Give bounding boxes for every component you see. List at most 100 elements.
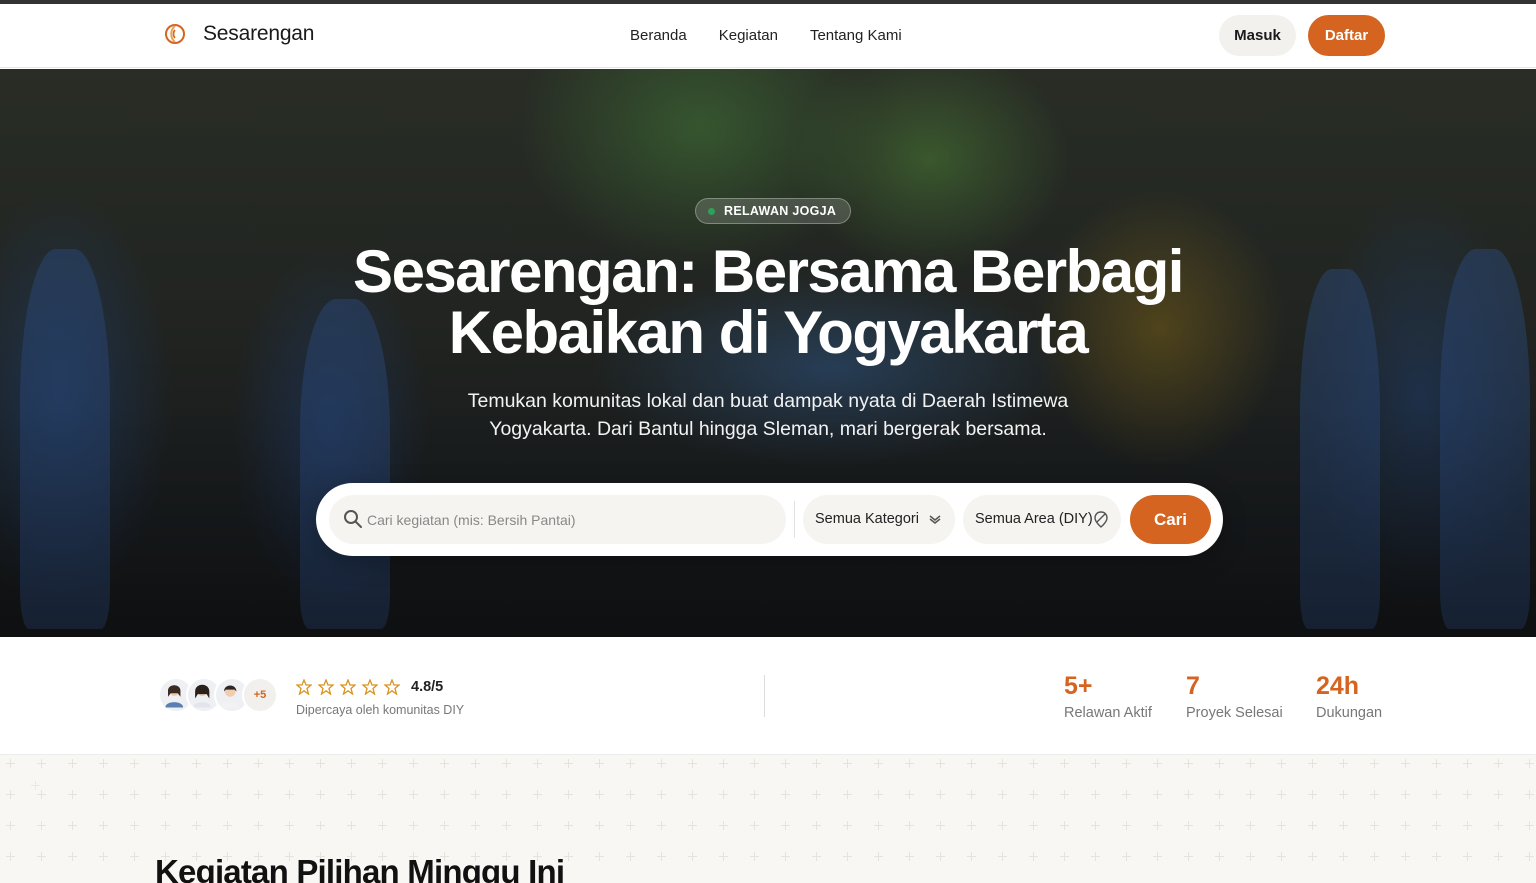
trust-text: Dipercaya oleh komunitas DIY <box>296 703 465 717</box>
plus-pattern-mark <box>471 821 480 830</box>
plus-pattern-mark <box>316 790 325 799</box>
plus-pattern-mark <box>843 759 852 768</box>
plus-pattern-mark <box>1370 852 1379 861</box>
area-select[interactable]: Semua Area (DIY) <box>963 495 1121 544</box>
brand[interactable]: Sesarengan <box>163 22 314 46</box>
search-button[interactable]: Cari <box>1130 495 1211 544</box>
plus-pattern-mark <box>874 821 883 830</box>
plus-pattern-mark <box>1246 821 1255 830</box>
plus-pattern-mark <box>1215 790 1224 799</box>
stat-label: Dukungan <box>1316 705 1383 721</box>
stat-relawan-aktif: 5+ Relawan Aktif <box>1064 671 1152 721</box>
plus-pattern-mark <box>626 821 635 830</box>
plus-pattern-mark <box>1091 759 1100 768</box>
plus-pattern-mark <box>688 759 697 768</box>
plus-pattern-mark <box>626 852 635 861</box>
plus-pattern-mark <box>1370 759 1379 768</box>
nav-link-tentang-kami[interactable]: Tentang Kami <box>810 27 902 44</box>
plus-pattern-mark <box>1122 821 1131 830</box>
plus-pattern-mark <box>68 852 77 861</box>
plus-pattern-mark <box>254 759 263 768</box>
plus-pattern-mark <box>781 821 790 830</box>
plus-pattern-mark <box>936 759 945 768</box>
star-icon <box>384 679 400 695</box>
plus-pattern-mark <box>223 821 232 830</box>
plus-pattern-mark <box>1029 821 1038 830</box>
map-pin-icon <box>1094 511 1108 528</box>
plus-pattern-mark <box>161 759 170 768</box>
plus-pattern-mark <box>99 852 108 861</box>
plus-pattern-mark <box>1401 759 1410 768</box>
plus-pattern-mark <box>1339 852 1348 861</box>
brand-name: Sesarengan <box>203 22 315 45</box>
plus-pattern-mark <box>998 852 1007 861</box>
stat-value: 24h <box>1316 672 1360 700</box>
star-icon <box>362 679 378 695</box>
nav-link-beranda[interactable]: Beranda <box>630 27 687 44</box>
hero-subtitle-line: Temukan komunitas lokal dan buat dampak … <box>467 390 1069 412</box>
plus-pattern-mark <box>1029 790 1038 799</box>
plus-pattern-mark <box>1184 759 1193 768</box>
plus-pattern-mark <box>688 790 697 799</box>
plus-pattern-mark <box>130 790 139 799</box>
search-field[interactable] <box>329 495 786 544</box>
plus-pattern-mark <box>719 790 728 799</box>
plus-pattern-mark <box>967 821 976 830</box>
plus-pattern-mark <box>99 821 108 830</box>
plus-pattern-mark <box>6 759 15 768</box>
plus-pattern-mark <box>1308 821 1317 830</box>
plus-pattern-mark <box>657 852 666 861</box>
hero-title: Sesarengan: Bersama Berbagi Kebaikan di … <box>0 241 1536 363</box>
plus-pattern-mark <box>905 759 914 768</box>
plus-pattern-mark <box>1525 852 1534 861</box>
login-button[interactable]: Masuk <box>1219 15 1296 56</box>
plus-pattern-mark <box>99 790 108 799</box>
plus-pattern-mark <box>1401 821 1410 830</box>
main-nav: Beranda Kegiatan Tentang Kami <box>630 27 902 44</box>
plus-pattern-mark <box>285 790 294 799</box>
plus-pattern-mark <box>6 790 15 799</box>
plus-pattern-mark <box>1029 852 1038 861</box>
plus-pattern-mark <box>657 759 666 768</box>
plus-pattern-mark <box>905 790 914 799</box>
sun-swirl-logo-icon <box>165 24 185 44</box>
plus-pattern-mark <box>626 790 635 799</box>
plus-pattern-mark <box>1494 790 1503 799</box>
plus-pattern-mark <box>378 759 387 768</box>
search-input[interactable] <box>367 495 767 544</box>
featured-activities-section: Kegiatan Pilihan Minggu Ini <box>0 755 1536 883</box>
stat-dukungan: 24h Dukungan <box>1316 671 1382 721</box>
plus-pattern-mark <box>843 821 852 830</box>
plus-pattern-mark <box>719 852 728 861</box>
plus-pattern-mark <box>1091 790 1100 799</box>
nav-link-kegiatan[interactable]: Kegiatan <box>719 27 778 44</box>
plus-pattern-mark <box>1308 759 1317 768</box>
plus-pattern-mark <box>812 821 821 830</box>
plus-pattern-mark <box>564 759 573 768</box>
plus-pattern-mark <box>378 790 387 799</box>
plus-pattern-mark <box>1184 821 1193 830</box>
rating-stars <box>296 679 400 695</box>
register-button[interactable]: Daftar <box>1308 15 1385 56</box>
plus-pattern-mark <box>998 821 1007 830</box>
plus-pattern-mark <box>1277 790 1286 799</box>
plus-pattern-mark <box>1339 759 1348 768</box>
plus-pattern-mark <box>1401 852 1410 861</box>
plus-pattern-mark <box>223 790 232 799</box>
plus-pattern-mark <box>719 821 728 830</box>
plus-pattern-mark <box>130 821 139 830</box>
plus-pattern-mark <box>440 790 449 799</box>
plus-pattern-mark <box>564 821 573 830</box>
category-select[interactable]: Semua Kategori <box>803 495 955 544</box>
plus-pattern-mark <box>595 852 604 861</box>
plus-pattern-mark <box>1215 759 1224 768</box>
plus-pattern-mark <box>37 852 46 861</box>
plus-pattern-mark <box>595 821 604 830</box>
plus-pattern-mark <box>967 790 976 799</box>
plus-pattern-mark <box>192 821 201 830</box>
plus-pattern-mark <box>316 821 325 830</box>
plus-pattern-mark <box>1370 821 1379 830</box>
plus-pattern-mark <box>1277 759 1286 768</box>
plus-pattern-mark <box>409 759 418 768</box>
star-icon <box>340 679 356 695</box>
